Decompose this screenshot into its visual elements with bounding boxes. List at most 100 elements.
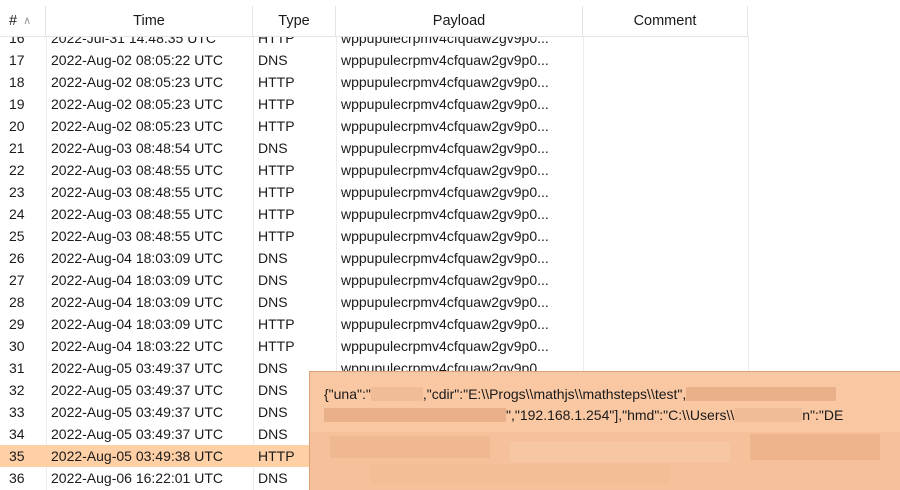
sort-ascending-icon: ∧ (23, 15, 32, 27)
row-time: 2022-Aug-05 03:49:38 UTC (51, 448, 223, 464)
redaction-block (734, 408, 803, 422)
row-number: 17 (9, 52, 25, 68)
row-time: 2022-Aug-05 03:49:37 UTC (51, 382, 223, 398)
row-payload: wppupulecrpmv4cfquaw2gv9p0... (341, 250, 549, 266)
table-row[interactable]: 24 2022-Aug-03 08:48:55 UTC HTTP wppupulecr… (0, 203, 640, 225)
row-number: 29 (9, 316, 25, 332)
row-type: HTTP (258, 118, 295, 134)
row-time: 2022-Aug-04 18:03:22 UTC (51, 338, 223, 354)
redaction-block (686, 387, 837, 401)
column-header-comment[interactable]: Comment (583, 6, 748, 36)
column-header-type-label: Type (278, 13, 310, 29)
table-row[interactable]: 23 2022-Aug-03 08:48:55 UTC HTTP wppupulecr… (0, 181, 640, 203)
row-type: DNS (258, 272, 288, 288)
row-payload: wppupulecrpmv4cfquaw2gv9p0... (341, 162, 549, 178)
row-time: 2022-Aug-03 08:48:55 UTC (51, 162, 223, 178)
table-row[interactable]: 19 2022-Aug-02 08:05:23 UTC HTTP wppupulecr… (0, 93, 640, 115)
row-type: HTTP (258, 74, 295, 90)
column-header-comment-label: Comment (633, 13, 697, 29)
row-number: 19 (9, 96, 25, 112)
column-header-number-label: # (9, 13, 18, 29)
row-number: 31 (9, 360, 25, 376)
column-header-number[interactable]: # ∧ (0, 6, 46, 36)
row-payload: wppupulecrpmv4cfquaw2gv9p0... (341, 338, 549, 354)
column-header-time-label: Time (133, 13, 165, 29)
table-row[interactable]: 21 2022-Aug-03 08:48:54 UTC DNS wppupulecrp… (0, 137, 640, 159)
row-time: 2022-Aug-06 16:22:01 UTC (51, 470, 223, 486)
row-number: 36 (9, 470, 25, 486)
table-row[interactable]: 17 2022-Aug-02 08:05:22 UTC DNS wppupulecrp… (0, 49, 640, 71)
row-type: HTTP (258, 228, 295, 244)
redaction-block (750, 434, 880, 460)
row-type: DNS (258, 250, 288, 266)
row-type: HTTP (258, 96, 295, 112)
row-time: 2022-Aug-02 08:05:23 UTC (51, 118, 223, 134)
row-time: 2022-Aug-04 18:03:09 UTC (51, 316, 223, 332)
row-number: 35 (9, 448, 25, 464)
row-type: HTTP (258, 316, 295, 332)
row-number: 32 (9, 382, 25, 398)
column-header-time[interactable]: Time (46, 6, 253, 36)
row-number: 27 (9, 272, 25, 288)
table-row[interactable]: 26 2022-Aug-04 18:03:09 UTC DNS wppupulecrp… (0, 247, 640, 269)
row-time: 2022-Aug-05 03:49:37 UTC (51, 404, 223, 420)
tooltip-text-cdir: ,"cdir":"E:\\Progs\\mathjs\\mathsteps\\t… (422, 386, 687, 402)
row-payload: wppupulecrpmv4cfquaw2gv9p0... (341, 272, 549, 288)
column-header-payload-label: Payload (432, 13, 486, 29)
redaction-block (370, 387, 423, 401)
row-time: 2022-Aug-05 03:49:37 UTC (51, 360, 223, 376)
row-number: 25 (9, 228, 25, 244)
column-header-type[interactable]: Type (253, 6, 336, 36)
redaction-block (324, 408, 506, 422)
row-number: 18 (9, 74, 25, 90)
row-payload: wppupulecrpmv4cfquaw2gv9p0... (341, 118, 549, 134)
row-type: HTTP (258, 162, 295, 178)
row-payload: wppupulecrpmv4cfquaw2gv9p0... (341, 184, 549, 200)
column-header-payload[interactable]: Payload (336, 6, 583, 36)
tooltip-text-una: {"una":" (324, 386, 371, 402)
row-type: DNS (258, 52, 288, 68)
redaction-block (330, 436, 490, 458)
table-header: # ∧ Time Type Payload Comment (0, 6, 748, 37)
row-type: HTTP (258, 338, 295, 354)
row-payload: wppupulecrpmv4cfquaw2gv9p0... (341, 206, 549, 222)
row-number: 28 (9, 294, 25, 310)
row-payload: wppupulecrpmv4cfquaw2gv9p0... (341, 228, 549, 244)
row-number: 22 (9, 162, 25, 178)
row-type: HTTP (258, 206, 295, 222)
tooltip-text-hmd: ","192.168.1.254"],"hmd":"C:\\Users\\ (506, 407, 735, 423)
row-time: 2022-Aug-03 08:48:55 UTC (51, 184, 223, 200)
table-row[interactable]: 30 2022-Aug-04 18:03:22 UTC HTTP wppupulecr… (0, 335, 640, 357)
row-time: 2022-Aug-04 18:03:09 UTC (51, 250, 223, 266)
row-number: 33 (9, 404, 25, 420)
row-time: 2022-Aug-02 08:05:22 UTC (51, 52, 223, 68)
table-row[interactable]: 25 2022-Aug-03 08:48:55 UTC HTTP wppupulecr… (0, 225, 640, 247)
table-row[interactable]: 18 2022-Aug-02 08:05:23 UTC HTTP wppupulecr… (0, 71, 640, 93)
tooltip-line-2: ","192.168.1.254"],"hmd":"C:\\Users\\ n":… (324, 405, 843, 425)
row-time: 2022-Aug-04 18:03:09 UTC (51, 294, 223, 310)
table-row[interactable]: 22 2022-Aug-03 08:48:55 UTC HTTP wppupulecr… (0, 159, 640, 181)
row-number: 21 (9, 140, 25, 156)
row-payload: wppupulecrpmv4cfquaw2gv9p0... (341, 52, 549, 68)
row-time: 2022-Aug-03 08:48:55 UTC (51, 228, 223, 244)
row-time: 2022-Aug-05 03:49:37 UTC (51, 426, 223, 442)
row-payload: wppupulecrpmv4cfquaw2gv9p0... (341, 96, 549, 112)
row-time: 2022-Aug-02 08:05:23 UTC (51, 74, 223, 90)
row-type: DNS (258, 294, 288, 310)
redaction-block (510, 442, 730, 462)
table-row[interactable]: 27 2022-Aug-04 18:03:09 UTC DNS wppupulecrp… (0, 269, 640, 291)
row-time: 2022-Aug-04 18:03:09 UTC (51, 272, 223, 288)
row-type: DNS (258, 140, 288, 156)
row-payload: wppupulecrpmv4cfquaw2gv9p0... (341, 74, 549, 90)
table-row[interactable]: 28 2022-Aug-04 18:03:09 UTC DNS wppupulecrp… (0, 291, 640, 313)
table-row[interactable]: 29 2022-Aug-04 18:03:09 UTC HTTP wppupulecr… (0, 313, 640, 335)
tooltip-text-tail: n":"DE (802, 407, 844, 423)
row-number: 20 (9, 118, 25, 134)
row-payload: wppupulecrpmv4cfquaw2gv9p0... (341, 316, 549, 332)
row-time: 2022-Aug-03 08:48:55 UTC (51, 206, 223, 222)
row-number: 30 (9, 338, 25, 354)
table-row[interactable]: 20 2022-Aug-02 08:05:23 UTC HTTP wppupulecr… (0, 115, 640, 137)
payload-tooltip: {"una":" ,"cdir":"E:\\Progs\\mathjs\\math… (309, 371, 900, 490)
row-time: 2022-Aug-03 08:48:54 UTC (51, 140, 223, 156)
row-number: 26 (9, 250, 25, 266)
